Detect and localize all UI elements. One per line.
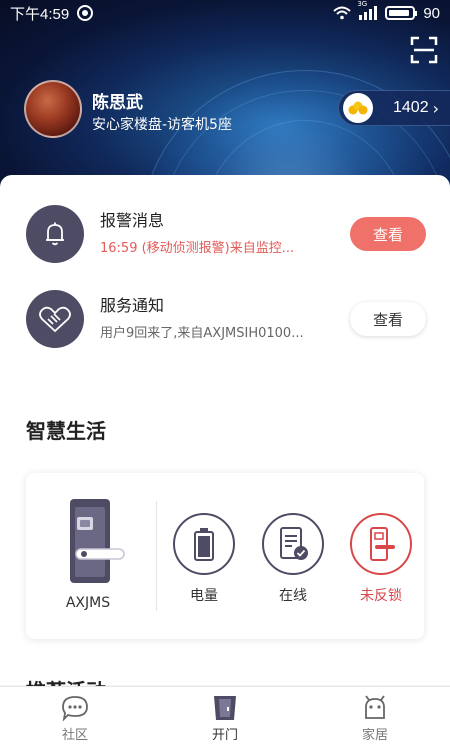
- stat-label: 在线: [279, 588, 307, 604]
- view-notice-button[interactable]: 查看: [350, 302, 426, 336]
- status-time: 下午4:59: [10, 5, 70, 23]
- battery-fill: [389, 10, 410, 16]
- stat-online[interactable]: 在线: [260, 513, 326, 605]
- service-notice-desc: 用户9回来了,来自AXJMSIH0100...: [100, 326, 304, 341]
- coin-icon: [343, 93, 373, 123]
- stat-unlocked[interactable]: 未反锁: [348, 513, 414, 605]
- chat-bubble-icon: [62, 696, 88, 722]
- tab-label: 家居: [361, 728, 388, 743]
- tab-home[interactable]: 家居: [300, 687, 450, 750]
- signal-icon: 3G: [357, 0, 378, 20]
- smart-lock-illustration: [70, 499, 125, 583]
- user-location[interactable]: 安心家楼盘-访客机5座: [92, 114, 232, 134]
- wifi-icon: [333, 6, 351, 20]
- notification-icon: [77, 5, 94, 21]
- status-bar: 下午4:59 3G 90: [0, 0, 450, 26]
- user-name: 陈思武: [92, 93, 143, 113]
- header: 下午4:59 3G 90 陈思武 安心家楼盘-访客机5座 1402 ›: [0, 0, 450, 200]
- stat-label: 未反锁: [360, 588, 402, 604]
- service-notice-row[interactable]: 服务通知 用户9回来了,来自AXJMSIH0100... 查看: [0, 280, 450, 360]
- device-name: AXJMS: [65, 595, 111, 611]
- door-lock-icon: [350, 513, 412, 575]
- alarm-message-row[interactable]: 报警消息 16:59 (移动侦测报警)来自监控... 查看: [0, 195, 450, 275]
- bell-icon: [26, 205, 84, 263]
- tab-community[interactable]: 社区: [0, 687, 150, 750]
- android-icon: [365, 695, 385, 719]
- smart-life-title: 智慧生活: [26, 419, 106, 443]
- main-content: 报警消息 16:59 (移动侦测报警)来自监控... 查看 服务通知 用户9回来…: [0, 175, 450, 703]
- stat-battery[interactable]: 电量: [171, 513, 237, 605]
- tab-label: 社区: [61, 728, 88, 743]
- device-card[interactable]: AXJMS 电量 在线 未反锁: [26, 473, 424, 639]
- network-type: 3G: [357, 0, 368, 8]
- handshake-icon: [26, 290, 84, 348]
- tab-label: 开门: [211, 728, 238, 743]
- points-button[interactable]: 1402 ›: [338, 90, 450, 126]
- scan-qr-icon[interactable]: [410, 36, 438, 64]
- view-alarm-button[interactable]: 查看: [350, 217, 426, 251]
- divider: [156, 501, 157, 611]
- avatar[interactable]: [24, 80, 82, 138]
- stat-label: 电量: [190, 588, 218, 604]
- points-value: 1402: [393, 99, 429, 116]
- tab-bar: 社区 开门 家居: [0, 686, 450, 750]
- battery-icon: [385, 6, 418, 20]
- door-icon: [214, 696, 236, 720]
- battery-percent: 90: [423, 4, 440, 22]
- chevron-right-icon: ›: [432, 98, 439, 118]
- service-notice-title: 服务通知: [100, 296, 165, 315]
- alarm-message-title: 报警消息: [100, 211, 165, 230]
- device-online-icon: [262, 513, 324, 575]
- alarm-message-desc: 16:59 (移动侦测报警)来自监控...: [100, 241, 295, 256]
- tab-open-door[interactable]: 开门: [150, 687, 300, 750]
- battery-icon: [173, 513, 235, 575]
- status-right: 3G 90: [333, 0, 440, 22]
